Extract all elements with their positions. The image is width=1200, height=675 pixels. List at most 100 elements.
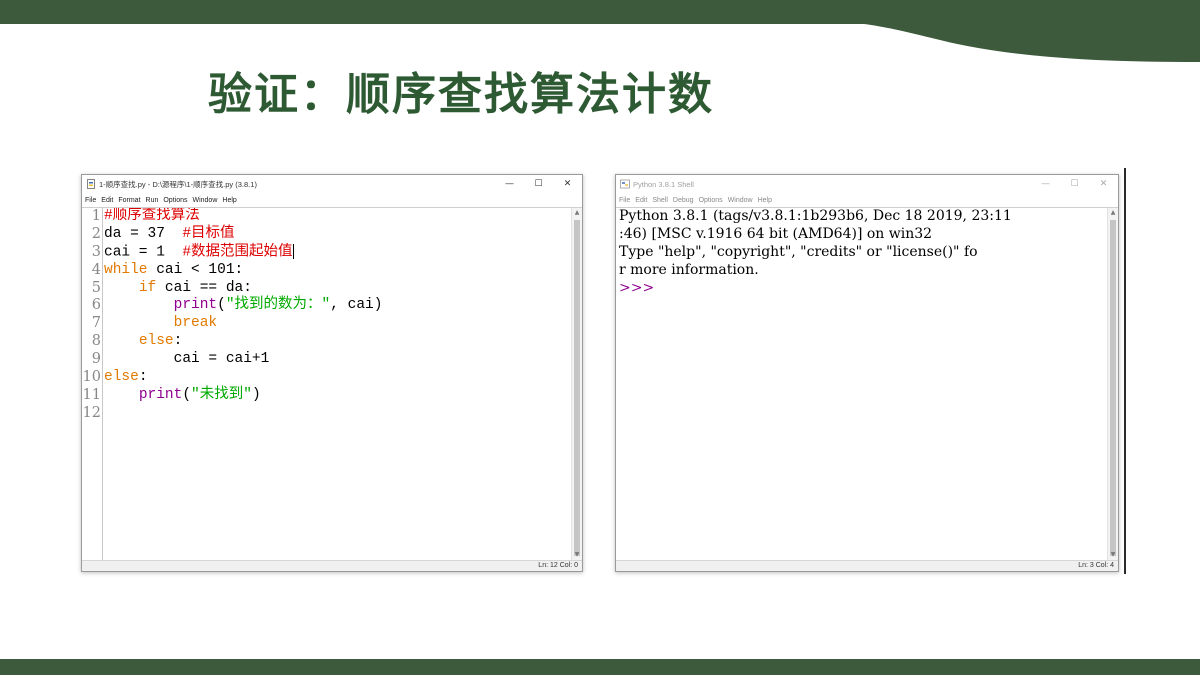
keyword: break: [173, 315, 218, 332]
keyword: else: [138, 333, 174, 350]
menu-options[interactable]: Options: [699, 197, 723, 204]
minimize-icon[interactable]: —: [1031, 175, 1060, 193]
code-line-2: da = 37 #目标值: [104, 226, 570, 244]
line-number: 2: [91, 225, 101, 242]
code-line-5: if cai == da:: [104, 280, 570, 298]
line-number: 9: [91, 351, 101, 368]
shell-output-area[interactable]: Python 3.8.1 (tags/v3.8.1:1b293b6, Dec 1…: [619, 208, 1106, 560]
line-number: 7: [91, 315, 101, 332]
code-line-10: else:: [104, 369, 570, 387]
scroll-up-icon[interactable]: ▲: [572, 208, 582, 218]
scroll-down-icon[interactable]: ▼: [572, 550, 582, 560]
editor-menubar: File Edit Format Run Options Window Help: [82, 193, 582, 207]
line-number: 5: [91, 279, 101, 296]
code: ): [251, 386, 261, 403]
menu-run[interactable]: Run: [146, 197, 159, 204]
shell-output-line: Python 3.8.1 (tags/v3.8.1:1b293b6, Dec 1…: [619, 208, 1012, 224]
maximize-icon[interactable]: ☐: [1060, 175, 1089, 193]
top-decor-curve: [820, 0, 1200, 62]
line-number: 1: [91, 208, 101, 224]
line-number-gutter: 1 2 3 4 5 6 7 8 9 10 11 12: [82, 208, 103, 560]
editor-titlebar[interactable]: 1-顺序查找.py - D:\源程序\1-顺序查找.py (3.8.1) — ☐…: [82, 175, 582, 193]
code: :: [138, 369, 148, 386]
menu-debug[interactable]: Debug: [673, 197, 694, 204]
shell-vertical-scrollbar[interactable]: ▲ ▼: [1107, 208, 1118, 560]
menu-shell[interactable]: Shell: [652, 197, 668, 204]
code: cai = 1: [104, 244, 183, 261]
close-icon[interactable]: ✕: [1089, 175, 1118, 193]
menu-window[interactable]: Window: [728, 197, 753, 204]
shell-body: Python 3.8.1 (tags/v3.8.1:1b293b6, Dec 1…: [616, 207, 1118, 560]
code: da = 37: [104, 225, 183, 242]
keyword: if: [138, 279, 157, 296]
scroll-thumb[interactable]: [1110, 220, 1116, 556]
code-line-11: print("未找到"): [104, 387, 570, 405]
shell-menubar: File Edit Shell Debug Options Window Hel…: [616, 193, 1118, 207]
bottom-decor-band: [0, 659, 1200, 675]
comment: #目标值: [182, 225, 235, 242]
code: , cai): [330, 297, 383, 314]
shell-prompt[interactable]: >>>: [619, 280, 1106, 298]
menu-file[interactable]: File: [85, 197, 96, 204]
line-number: 8: [91, 333, 101, 350]
text-cursor: [292, 243, 294, 259]
editor-vertical-scrollbar[interactable]: ▲ ▼: [571, 208, 582, 560]
menu-edit[interactable]: Edit: [101, 197, 113, 204]
keyword: else: [104, 369, 139, 386]
code-line-3: cai = 1 #数据范围起始值: [104, 243, 570, 262]
editor-title: 1-顺序查找.py - D:\源程序\1-顺序查找.py (3.8.1): [99, 179, 257, 189]
builtin: print: [138, 386, 183, 403]
string: "找到的数为：": [225, 297, 331, 314]
line-number: 10: [82, 369, 101, 386]
shell-titlebar[interactable]: Python 3.8.1 Shell — ☐ ✕: [616, 175, 1118, 193]
menu-edit[interactable]: Edit: [635, 197, 647, 204]
close-icon[interactable]: ✕: [553, 175, 582, 193]
menu-help[interactable]: Help: [758, 197, 772, 204]
builtin: print: [173, 297, 218, 314]
slide-title: 验证：顺序查找算法计数: [208, 69, 714, 120]
menu-format[interactable]: Format: [118, 197, 140, 204]
minimize-icon[interactable]: —: [495, 175, 524, 193]
keyword: while: [104, 261, 148, 278]
code: cai < 101:: [147, 261, 244, 278]
scroll-thumb[interactable]: [574, 220, 580, 556]
shell-output-line: Type "help", "copyright", "credits" or "…: [619, 243, 978, 260]
menu-window[interactable]: Window: [192, 197, 217, 204]
python-file-icon: [87, 179, 95, 189]
shell-title: Python 3.8.1 Shell: [633, 179, 694, 189]
editor-statusbar: Ln: 12 Col: 0: [82, 560, 582, 571]
python-shell-icon: [620, 179, 630, 189]
scroll-up-icon[interactable]: ▲: [1108, 208, 1118, 218]
line-number: 3: [91, 243, 101, 260]
code: (: [217, 297, 226, 314]
line-number: 4: [91, 261, 101, 278]
cursor-position: Ln: 12 Col: 0: [538, 562, 578, 569]
python-shell-window[interactable]: Python 3.8.1 Shell — ☐ ✕ File Edit Shell…: [615, 174, 1119, 572]
line-number: 6: [91, 297, 101, 314]
menu-options[interactable]: Options: [163, 197, 187, 204]
idle-editor-window[interactable]: 1-顺序查找.py - D:\源程序\1-顺序查找.py (3.8.1) — ☐…: [81, 174, 583, 572]
comment: #数据范围起始值: [182, 244, 293, 261]
editor-body: 1 2 3 4 5 6 7 8 9 10 11 12 #顺序查找算法 da = …: [82, 207, 582, 560]
code-line-7: break: [104, 315, 570, 333]
scroll-down-icon[interactable]: ▼: [1108, 550, 1118, 560]
menu-file[interactable]: File: [619, 197, 630, 204]
code-text-area[interactable]: #顺序查找算法 da = 37 #目标值 cai = 1 #数据范围起始值 wh…: [104, 208, 570, 560]
maximize-icon[interactable]: ☐: [524, 175, 553, 193]
menu-help[interactable]: Help: [222, 197, 236, 204]
shell-output-line: r more information.: [619, 261, 759, 278]
code-line-8: else:: [104, 333, 570, 351]
shell-window-controls: — ☐ ✕: [1031, 175, 1118, 193]
shell-output-line: :46) [MSC v.1916 64 bit (AMD64)] on win3…: [619, 225, 933, 242]
code: (: [182, 386, 192, 403]
shell-statusbar: Ln: 3 Col: 4: [616, 560, 1118, 571]
slide-edge-line: [1124, 168, 1126, 574]
string: "未找到": [191, 386, 252, 403]
comment: #顺序查找算法: [104, 208, 200, 224]
cursor-position: Ln: 3 Col: 4: [1078, 562, 1114, 569]
